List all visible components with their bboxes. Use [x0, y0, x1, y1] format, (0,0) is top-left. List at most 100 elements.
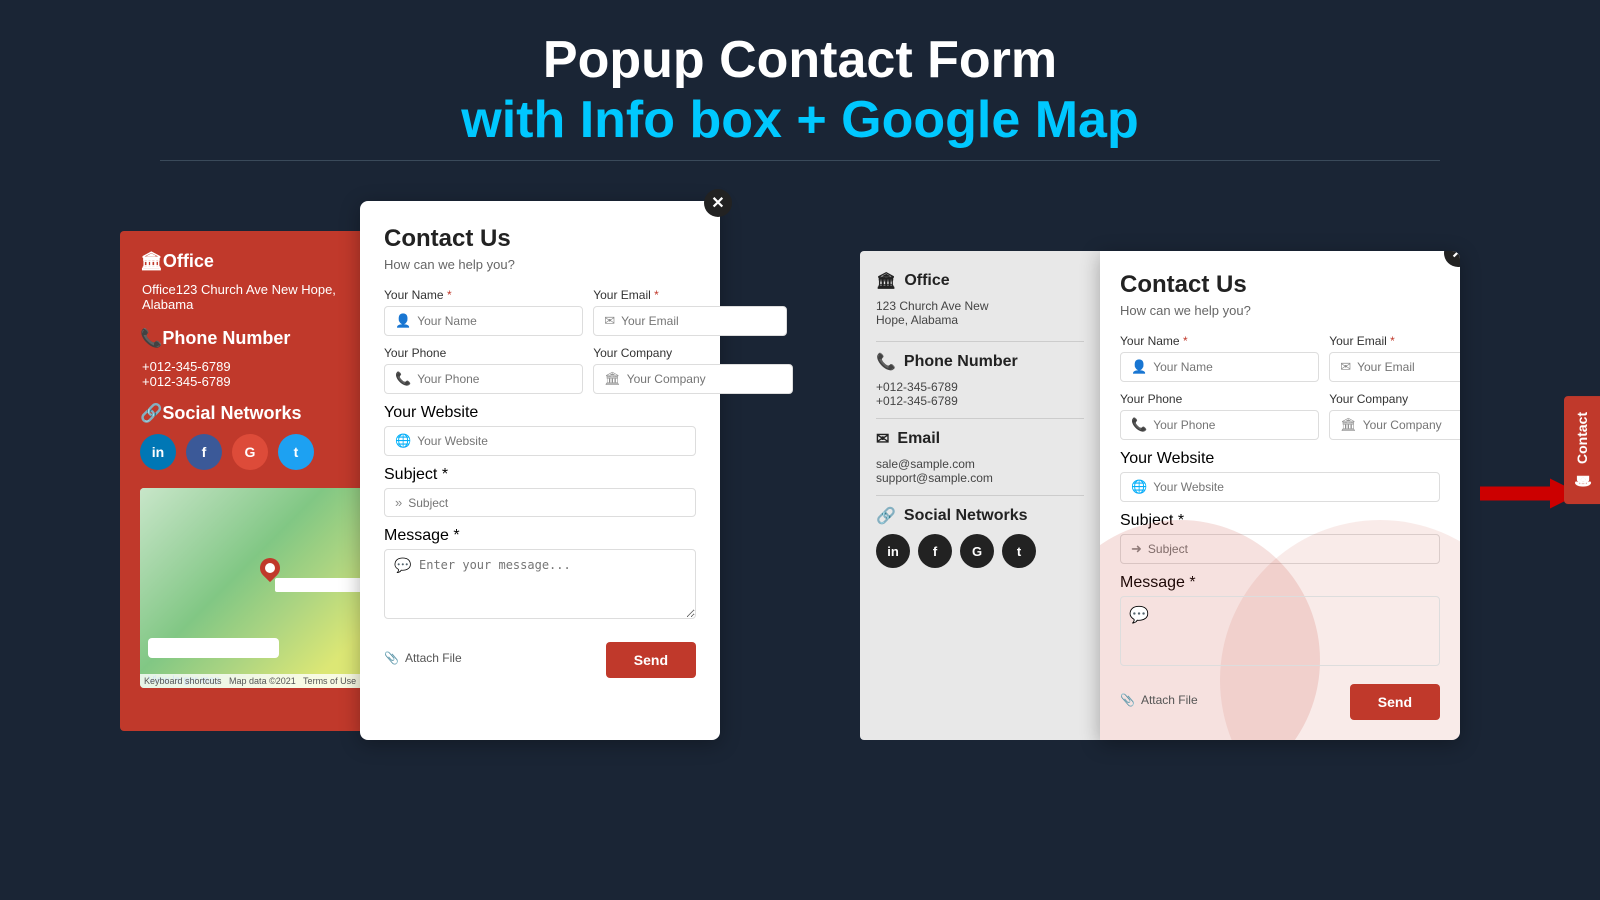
subject-input-left[interactable]	[408, 496, 685, 510]
phone1-left: +012-345-6789	[142, 359, 380, 374]
company-group-right: Your Company 🏛	[1329, 392, 1460, 440]
content-area: 🏛 Office Office123 Church Ave New Hope, …	[0, 181, 1600, 740]
phone-label-left: Your Phone	[384, 346, 583, 360]
person-icon-right: 👤	[1131, 359, 1147, 375]
website-input-right[interactable]	[1153, 480, 1429, 494]
company-label-right: Your Company	[1329, 392, 1460, 406]
map-business-label: Brooklin Models Ltd	[275, 578, 362, 592]
google-icon-left[interactable]: G	[232, 434, 268, 470]
website-input-left[interactable]	[417, 434, 685, 448]
message-textarea-left[interactable]	[384, 549, 696, 619]
phone-field-icon-left: 📞	[395, 371, 411, 387]
name-input-left[interactable]	[417, 314, 572, 328]
social-section-right: 🔗 Social Networks in f G t	[876, 495, 1084, 568]
building-icon-left: 🏛	[140, 251, 163, 272]
phone-input-wrapper-left: 📞	[384, 364, 583, 394]
attach-file-right[interactable]: 📎 Attach File	[1120, 693, 1198, 707]
chat-icon-right: 💬	[1129, 607, 1149, 624]
email-heading-right: ✉ Email	[876, 429, 1084, 449]
message-group-left: Message * 💬	[384, 527, 696, 624]
social-icons-right: in f G t	[876, 534, 1084, 568]
contact-tab-label: Contact	[1574, 412, 1590, 464]
name-input-wrapper-right: 👤	[1120, 352, 1319, 382]
phone-icon-left: 📞	[140, 328, 162, 349]
facebook-icon-left[interactable]: f	[186, 434, 222, 470]
subject-group-left: Subject * »	[384, 466, 696, 517]
arrow-icon-left: »	[395, 495, 402, 510]
phone-input-left[interactable]	[417, 372, 572, 386]
email-input-right[interactable]	[1357, 360, 1460, 374]
phone-heading-right: 📞 Phone Number	[876, 352, 1084, 372]
website-label-left: Your Website	[384, 404, 478, 421]
phone-section-right: 📞 Phone Number +012-345-6789 +012-345-67…	[876, 341, 1084, 408]
phone1-right: +012-345-6789	[876, 380, 1084, 394]
message-textarea-wrapper-left: 💬	[384, 549, 696, 624]
address-left: Office123 Church Ave New Hope, Alabama	[142, 282, 380, 312]
email-input-wrapper-left: ✉	[593, 306, 787, 336]
close-button-left[interactable]: ✕	[704, 189, 732, 217]
company-input-left[interactable]	[627, 372, 782, 386]
address-right: 123 Church Ave New Hope, Alabama	[876, 299, 1084, 327]
linkedin-icon-left[interactable]: in	[140, 434, 176, 470]
left-info-box: 🏛 Office Office123 Church Ave New Hope, …	[120, 231, 400, 731]
page-title-line1: Popup Contact Form	[0, 30, 1600, 90]
phone-company-row-right: Your Phone 📞 Your Company 🏛	[1120, 392, 1440, 440]
subject-input-wrapper-left: »	[384, 488, 696, 517]
subject-label-left: Subject *	[384, 466, 448, 483]
person-icon-left: 👤	[395, 313, 411, 329]
google-icon-right[interactable]: G	[960, 534, 994, 568]
name-group-right: Your Name * 👤	[1120, 334, 1319, 382]
right-form-popup: ✕ Contact Us How can we help you? Your N…	[1100, 251, 1460, 740]
name-label-right: Your Name *	[1120, 334, 1319, 348]
social-heading-left: 🔗 Social Networks	[140, 403, 380, 424]
facebook-icon-right[interactable]: f	[918, 534, 952, 568]
right-popup: 🏛 Office 123 Church Ave New Hope, Alabam…	[860, 251, 1460, 740]
form-subtitle-left: How can we help you?	[384, 257, 696, 272]
name-input-right[interactable]	[1153, 360, 1308, 374]
paperclip-icon-left: 📎	[384, 651, 399, 665]
company-label-left: Your Company	[593, 346, 793, 360]
email1-right: sale@sample.com	[876, 457, 1084, 471]
company-group-left: Your Company 🏛	[593, 346, 793, 394]
contact-tab[interactable]: ☎ Contact	[1564, 396, 1600, 504]
website-group-left: Your Website 🌐	[384, 404, 696, 456]
phone-input-wrapper-right: 📞	[1120, 410, 1319, 440]
attach-file-left[interactable]: 📎 Attach File	[384, 651, 462, 665]
email-section-right: ✉ Email sale@sample.com support@sample.c…	[876, 418, 1084, 485]
company-icon-left: 🏛	[604, 371, 621, 387]
email2-right: support@sample.com	[876, 471, 1084, 485]
email-input-left[interactable]	[621, 314, 776, 328]
linkedin-icon-right[interactable]: in	[876, 534, 910, 568]
website-input-wrapper-right: 🌐	[1120, 472, 1440, 502]
message-textarea-wrapper-right[interactable]: 💬	[1120, 596, 1440, 666]
send-button-right[interactable]: Send	[1350, 684, 1440, 720]
company-icon-right: 🏛	[1340, 417, 1357, 433]
paperclip-icon-right: 📎	[1120, 693, 1135, 707]
name-group-left: Your Name * 👤	[384, 288, 583, 336]
contact-tab-icon: ☎	[1574, 472, 1590, 488]
right-info-box: 🏛 Office 123 Church Ave New Hope, Alabam…	[860, 251, 1100, 740]
close-button-right[interactable]: ✕	[1444, 251, 1460, 267]
phone-group-left: Your Phone 📞	[384, 346, 583, 394]
send-button-left[interactable]: Send	[606, 642, 696, 678]
twitter-icon-right[interactable]: t	[1002, 534, 1036, 568]
website-label-right: Your Website	[1120, 450, 1214, 467]
building-icon-right: 🏛	[876, 271, 896, 291]
company-input-right[interactable]	[1363, 418, 1460, 432]
message-label-right: Message *	[1120, 574, 1196, 591]
form-title-left: Contact Us	[384, 225, 696, 253]
subject-input-right[interactable]	[1148, 542, 1429, 556]
office-heading-right: 🏛 Office	[876, 271, 1084, 291]
form-bottom-right: 📎 Attach File Send	[1120, 676, 1440, 720]
twitter-icon-left[interactable]: t	[278, 434, 314, 470]
website-input-wrapper-left: 🌐	[384, 426, 696, 456]
page-title-line2: with Info box + Google Map	[0, 90, 1600, 150]
office-heading-left: 🏛 Office	[140, 251, 380, 272]
left-form-popup: ✕ Contact Us How can we help you? Your N…	[360, 201, 720, 740]
phone-input-right[interactable]	[1153, 418, 1308, 432]
company-input-wrapper-right: 🏛	[1329, 410, 1460, 440]
email-label-right: Your Email *	[1329, 334, 1460, 348]
email-field-icon-right: ✉	[1340, 359, 1351, 375]
phone-group-right: Your Phone 📞	[1120, 392, 1319, 440]
message-group-right: Message * 💬	[1120, 574, 1440, 666]
